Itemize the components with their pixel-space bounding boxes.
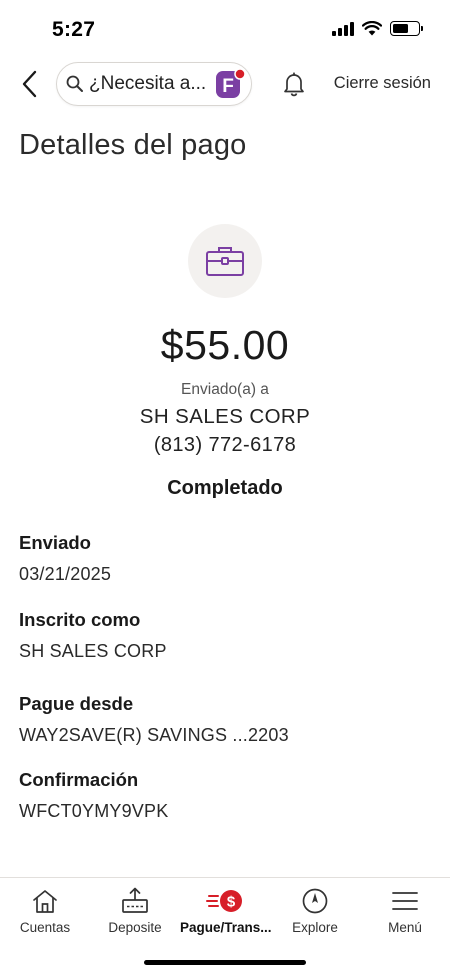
detail-label: Confirmación [19, 769, 139, 790]
category-icon-circle [188, 224, 262, 298]
detail-value: WFCT0YMY9VPK [19, 801, 169, 821]
payee-phone: (813) 772-6178 [153, 434, 297, 456]
detail-label: Inscrito como [19, 609, 141, 630]
nav-deposit[interactable]: Deposite [90, 884, 180, 944]
compass-icon [302, 888, 328, 914]
nav-label: Explore [292, 920, 338, 935]
pay-transfer-icon: $ [206, 890, 242, 912]
notifications-button[interactable] [278, 68, 310, 100]
payment-amount: $55.00 [160, 322, 290, 368]
app-header: ¿Necesita a... F Cierre sesión [0, 56, 450, 112]
logout-link[interactable]: Cierre sesión [334, 74, 431, 93]
sent-to-label: Enviado(a) a [181, 381, 269, 398]
detail-sent-date: Enviado 03/21/2025 [19, 532, 111, 585]
back-button[interactable] [12, 64, 46, 104]
nav-menu[interactable]: Menú [360, 884, 450, 944]
search-input[interactable]: ¿Necesita a... F [56, 62, 252, 106]
detail-enrolled-as: Inscrito como SH SALES CORP [19, 609, 167, 662]
nav-label: Deposite [108, 920, 162, 935]
nav-explore[interactable]: Explore [270, 884, 360, 944]
detail-label: Enviado [19, 532, 91, 553]
detail-label: Pague desde [19, 693, 134, 714]
payment-status: Completado [167, 477, 283, 499]
menu-icon [392, 892, 418, 910]
signal-icon [332, 21, 354, 36]
status-bar: 5:27 [0, 0, 450, 56]
page-title: Detalles del pago [19, 129, 247, 161]
search-icon [65, 73, 87, 95]
detail-confirmation: Confirmación WFCT0YMY9VPK [19, 769, 168, 822]
deposit-icon [122, 887, 148, 913]
briefcase-icon [206, 247, 244, 276]
nav-accounts[interactable]: Cuentas [0, 884, 90, 944]
battery-icon [390, 21, 423, 36]
detail-value: SH SALES CORP [19, 641, 167, 661]
bell-icon [284, 72, 304, 97]
nav-label: Menú [388, 920, 422, 935]
status-time: 5:27 [52, 18, 96, 41]
nav-label: Pague/Trans... [180, 920, 272, 935]
detail-value: 03/21/2025 [19, 564, 112, 584]
payment-summary: $55.00 Enviado(a) a SH SALES CORP (813) … [0, 224, 450, 500]
assistant-badge-letter: F [222, 76, 234, 97]
nav-label: Cuentas [19, 920, 71, 935]
status-icons [332, 21, 423, 36]
detail-pay-from: Pague desde WAY2SAVE(R) SAVINGS ...2203 [19, 693, 289, 746]
payee-name: SH SALES CORP [139, 405, 311, 428]
nav-pay-transfer[interactable]: $ Pague/Trans... [180, 884, 272, 944]
home-icon [33, 890, 57, 913]
home-indicator [144, 960, 306, 965]
bottom-nav: Cuentas Deposite $ Pague/Trans... Explor… [0, 877, 450, 975]
svg-text:$: $ [227, 894, 236, 911]
detail-value: WAY2SAVE(R) SAVINGS ...2203 [19, 725, 289, 745]
assistant-fargo-icon[interactable]: F [213, 67, 247, 101]
wifi-icon [362, 21, 382, 36]
search-placeholder: ¿Necesita a... [89, 73, 207, 94]
chevron-left-icon [22, 70, 37, 98]
